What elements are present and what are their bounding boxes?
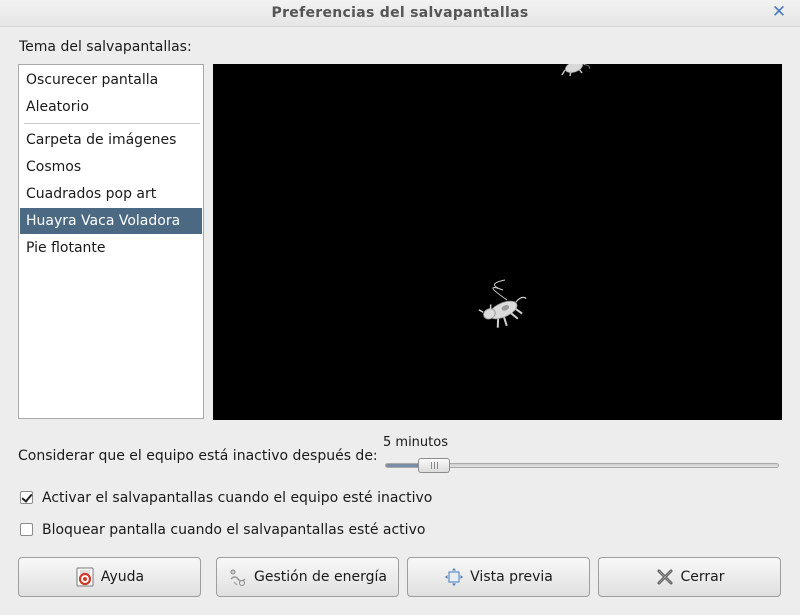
flying-cow-partial: [561, 64, 590, 77]
list-item-carpeta[interactable]: Carpeta de imágenes: [20, 127, 202, 153]
preview-canvas: [478, 64, 590, 328]
list-item-huayra[interactable]: Huayra Vaca Voladora: [20, 208, 202, 234]
theme-label: Tema del salvapantallas:: [19, 39, 192, 55]
list-item-cuadrados[interactable]: Cuadrados pop art: [20, 181, 202, 207]
title-bar: Preferencias del salvapantallas ✕: [0, 0, 800, 27]
idle-value: 5 minutos: [383, 435, 448, 450]
help-icon: [75, 567, 95, 587]
screensaver-preview: [213, 64, 782, 420]
power-management-label: Gestión de energía: [254, 569, 387, 585]
lock-screen-label: Bloquear pantalla cuando el salvapantall…: [42, 522, 426, 538]
help-button[interactable]: Ayuda: [18, 557, 201, 597]
grip-line: [431, 462, 432, 469]
list-item-cosmos[interactable]: Cosmos: [20, 154, 202, 180]
list-item-oscurecer[interactable]: Oscurecer pantalla: [20, 67, 202, 93]
close-button-label: Cerrar: [680, 569, 725, 585]
activate-screensaver-checkbox[interactable]: [20, 491, 33, 504]
idle-label: Considerar que el equipo está inactivo d…: [18, 448, 378, 464]
slider-handle[interactable]: [418, 458, 450, 473]
preview-button-label: Vista previa: [470, 569, 553, 585]
preview-button[interactable]: Vista previa: [407, 557, 590, 597]
idle-slider[interactable]: [385, 458, 779, 473]
power-management-icon: [228, 567, 248, 587]
activate-screensaver-label: Activar el salvapantallas cuando el equi…: [42, 490, 433, 506]
close-button[interactable]: Cerrar: [598, 557, 781, 597]
close-x-icon: [655, 567, 675, 587]
lock-screen-checkbox[interactable]: [20, 523, 33, 536]
fullscreen-icon: [444, 567, 464, 587]
list-item-aleatorio[interactable]: Aleatorio: [20, 94, 202, 120]
grip-line: [434, 462, 435, 469]
flying-cow: [478, 279, 527, 328]
window-title: Preferencias del salvapantallas: [271, 5, 529, 21]
close-icon[interactable]: ✕: [770, 1, 788, 23]
theme-list[interactable]: Oscurecer pantalla Aleatorio Carpeta de …: [18, 64, 204, 419]
list-separator: [24, 123, 200, 124]
list-item-pie[interactable]: Pie flotante: [20, 235, 202, 261]
help-button-label: Ayuda: [100, 569, 145, 585]
grip-line: [437, 462, 438, 469]
power-management-button[interactable]: Gestión de energía: [216, 557, 399, 597]
